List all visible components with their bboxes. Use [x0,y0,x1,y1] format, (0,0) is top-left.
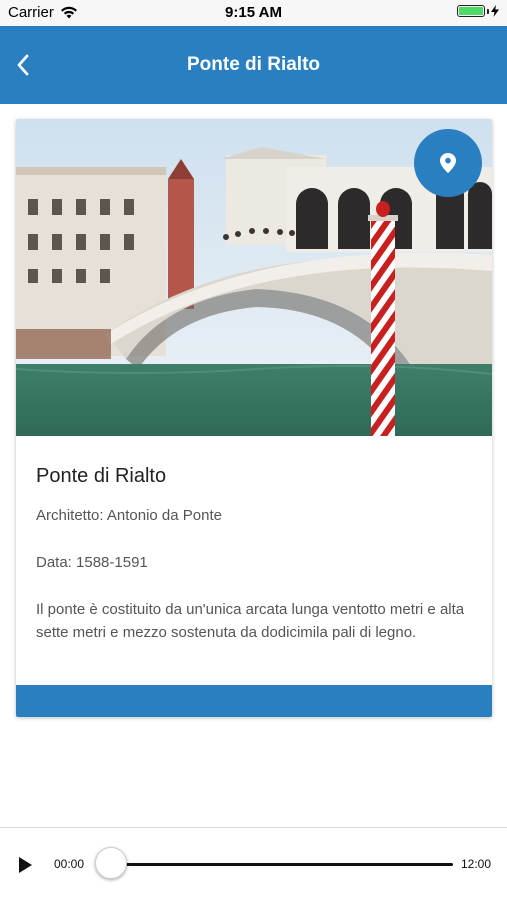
description-text: Il ponte è costituito da un'unica arcata… [36,601,465,641]
page-title: Ponte di Rialto [187,54,320,75]
progress-thumb[interactable] [95,847,127,879]
card-title: Ponte di Rialto [36,465,167,487]
card-content: Ponte di Rialto Architetto: Antonio da P… [36,465,476,644]
audio-player: 00:00 12:00 [0,827,507,901]
battery-fill [459,7,483,15]
architect-text: Architetto: Antonio da Ponte [36,507,222,524]
status-time: 9:15 AM [225,4,282,21]
charging-bolt-icon [491,5,499,17]
navigation-bar: Ponte di Rialto [0,26,507,104]
total-time: 12:00 [460,857,491,871]
location-pin-icon [440,153,456,173]
date-text: Data: 1588-1591 [36,554,148,571]
play-icon[interactable] [14,854,36,876]
current-time: 00:00 [54,857,85,871]
card-footer-bar [16,685,492,717]
battery-cap [487,8,489,14]
location-button[interactable] [414,129,482,197]
status-bar: Carrier 9:15 AM [0,0,507,26]
status-right [457,5,499,17]
monument-card: Ponte di Rialto Architetto: Antonio da P… [16,119,492,717]
progress-track[interactable] [112,863,453,866]
battery-icon [457,5,485,17]
